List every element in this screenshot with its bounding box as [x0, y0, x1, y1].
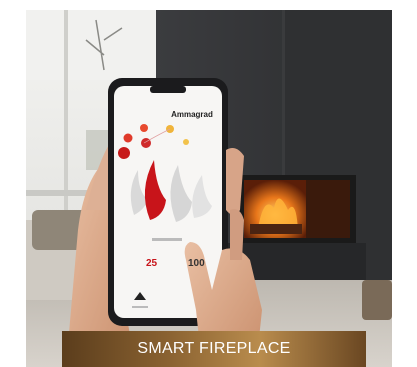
intensity-value: 100: [188, 258, 205, 269]
temperature-value: 25: [146, 258, 158, 269]
scene-photo: Ammagrad 25 100: [26, 10, 392, 367]
app-screen-title: Ammagrad: [171, 110, 213, 119]
phone-screen: Ammagrad 25 100: [140, 96, 244, 318]
smart-fireplace-banner: SMART FIREPLACE: [62, 331, 366, 367]
banner-label: SMART FIREPLACE: [137, 340, 291, 357]
